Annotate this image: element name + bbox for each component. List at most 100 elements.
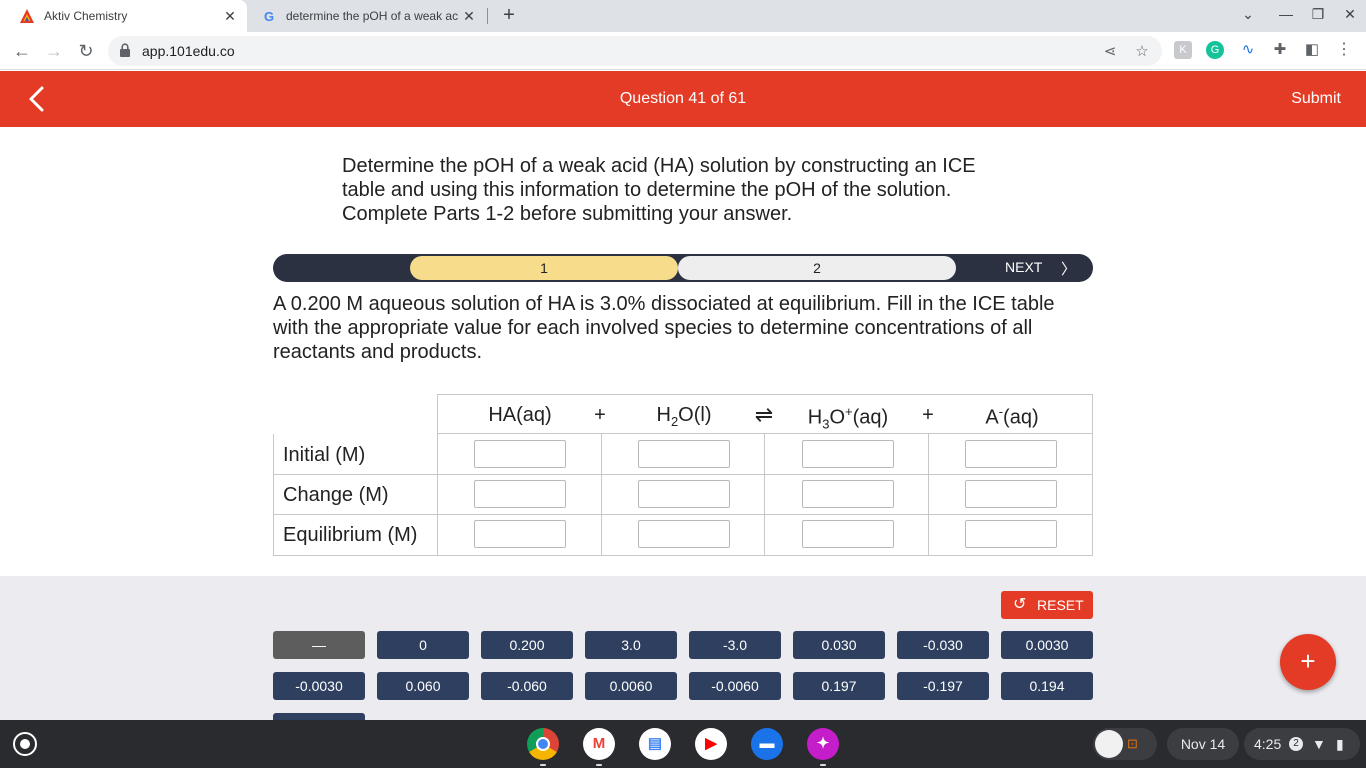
side-panel-icon[interactable]: ◧ [1302, 40, 1322, 60]
ice-table-header: HA(aq) + H2O(l) ⇌ H3O+(aq) + A-(aq) [437, 394, 1093, 434]
reset-icon: ↺ [1013, 596, 1027, 613]
answer-tile[interactable]: 0.194 [1001, 672, 1093, 700]
answer-tile[interactable]: -0.0030 [273, 672, 365, 700]
running-indicator [540, 764, 546, 766]
change-ha-input[interactable] [474, 480, 566, 508]
answer-tile[interactable]: 0.200 [481, 631, 573, 659]
answer-palette: ↺ RESET — 0 0.200 3.0 -3.0 0.030 -0.030 … [0, 576, 1366, 720]
back-arrow-icon[interactable]: ← [10, 39, 34, 63]
tab-divider [487, 8, 488, 24]
answer-tile[interactable]: -3.0 [689, 631, 781, 659]
screenshot-thumbnail [1095, 730, 1123, 758]
change-h3o-input[interactable] [802, 480, 894, 508]
reset-label: RESET [1037, 597, 1084, 613]
extension-icon[interactable]: K [1174, 41, 1192, 59]
answer-tile[interactable]: 3.0 [585, 631, 677, 659]
messages-icon[interactable]: ▬ [751, 728, 783, 760]
species-h3o: H3O+(aq) [807, 404, 889, 432]
tab-aktiv-chemistry[interactable]: Aktiv Chemistry ✕ [0, 0, 247, 32]
close-window-icon[interactable]: ✕ [1340, 6, 1360, 23]
answer-tile[interactable]: -0.060 [481, 672, 573, 700]
reset-button[interactable]: ↺ RESET [1001, 591, 1093, 619]
ice-table-body: Initial (M) Change (M) Equilibrium (M) [273, 434, 1093, 556]
answer-tile[interactable]: 0.030 [793, 631, 885, 659]
restore-icon[interactable]: ❐ [1308, 6, 1328, 23]
tab-title: determine the pOH of a weak ac [286, 9, 458, 23]
aktiv-logo-icon [18, 7, 36, 25]
change-a-minus-input[interactable] [965, 480, 1057, 508]
grammarly-icon[interactable]: G [1206, 41, 1224, 59]
initial-h3o-input[interactable] [802, 440, 894, 468]
browser-toolbar: ← → ↻ app.101edu.co ⋖ ☆ K G ∿ ✚ ◧ ⋮ [0, 32, 1366, 70]
menu-dots-icon[interactable]: ⋮ [1334, 40, 1354, 60]
answer-tile[interactable] [273, 713, 365, 720]
tab-close-icon[interactable]: ✕ [219, 8, 241, 25]
next-button[interactable]: NEXT [1005, 259, 1042, 275]
answer-tile[interactable]: -0.030 [897, 631, 989, 659]
waveform-extension-icon[interactable]: ∿ [1238, 40, 1258, 60]
tab-google-search[interactable]: G determine the pOH of a weak ac ✕ [248, 0, 486, 32]
address-bar[interactable]: app.101edu.co ⋖ ☆ [108, 36, 1162, 66]
species-ha: HA(aq) [488, 404, 552, 426]
download-icon: ⊡ [1127, 736, 1138, 751]
launcher-icon[interactable] [13, 732, 37, 756]
forward-arrow-icon[interactable]: → [42, 39, 66, 63]
column-divider [437, 434, 438, 555]
column-divider [601, 434, 602, 555]
tab-search-icon[interactable]: ⌄ [1238, 6, 1258, 23]
chrome-icon[interactable] [527, 728, 559, 760]
new-tab-button[interactable]: + [498, 4, 520, 28]
question-header: Question 41 of 61 Submit [0, 71, 1366, 127]
google-icon: G [263, 8, 275, 24]
tab-title: Aktiv Chemistry [44, 9, 128, 23]
answer-tile[interactable]: 0.197 [793, 672, 885, 700]
status-tray[interactable]: 4:25 2 ▼ ▮ [1244, 728, 1360, 760]
google-docs-icon[interactable]: ▤ [639, 728, 671, 760]
bookmark-star-icon[interactable]: ☆ [1132, 42, 1152, 62]
change-h2o-input[interactable] [638, 480, 730, 508]
answer-tile[interactable]: 0.060 [377, 672, 469, 700]
os-shelf: M ▤ ▶ ▬ ✦ ⊡ Nov 14 4:25 2 ▼ ▮ [0, 720, 1366, 768]
initial-ha-input[interactable] [474, 440, 566, 468]
question-counter: Question 41 of 61 [619, 90, 747, 107]
running-indicator [596, 764, 602, 766]
minimize-icon[interactable]: — [1276, 6, 1296, 22]
reload-icon[interactable]: ↻ [74, 39, 98, 63]
row-label-initial: Initial (M) [283, 444, 366, 466]
answer-tile[interactable]: — [273, 631, 365, 659]
tab-close-icon[interactable]: ✕ [458, 8, 480, 25]
equilibrium-ha-input[interactable] [474, 520, 566, 548]
wifi-icon: ▼ [1312, 736, 1326, 752]
question-text: A 0.200 M aqueous solution of HA is 3.0%… [273, 293, 1055, 363]
ice-table: HA(aq) + H2O(l) ⇌ H3O+(aq) + A-(aq) Init… [273, 394, 1093, 556]
equilibrium-h2o-input[interactable] [638, 520, 730, 548]
answer-tile[interactable]: -0.0060 [689, 672, 781, 700]
notification-count-badge: 2 [1289, 737, 1303, 751]
initial-a-minus-input[interactable] [965, 440, 1057, 468]
gmail-icon[interactable]: M [583, 728, 615, 760]
date-tray[interactable]: Nov 14 [1167, 728, 1239, 760]
youtube-icon[interactable]: ▶ [695, 728, 727, 760]
chevron-right-icon[interactable]: 〉 [1061, 258, 1076, 279]
answer-tile[interactable]: 0.0030 [1001, 631, 1093, 659]
equilibrium-a-minus-input[interactable] [965, 520, 1057, 548]
share-icon[interactable]: ⋖ [1100, 42, 1120, 62]
row-label-equilibrium: Equilibrium (M) [283, 524, 418, 546]
question-intro: Determine the pOH of a weak acid (HA) so… [342, 155, 976, 225]
pink-app-icon[interactable]: ✦ [807, 728, 839, 760]
answer-tile[interactable]: 0.0060 [585, 672, 677, 700]
puzzle-icon[interactable]: ✚ [1270, 40, 1290, 60]
row-divider [274, 474, 1092, 475]
answer-tile[interactable]: -0.197 [897, 672, 989, 700]
holding-space-tray[interactable]: ⊡ [1093, 728, 1157, 760]
initial-h2o-input[interactable] [638, 440, 730, 468]
add-fab-button[interactable]: + [1280, 634, 1336, 690]
part-2-tab[interactable]: 2 [678, 256, 956, 280]
url-text: app.101edu.co [142, 43, 235, 59]
equilibrium-h3o-input[interactable] [802, 520, 894, 548]
part-1-tab[interactable]: 1 [410, 256, 678, 280]
column-divider [928, 434, 929, 555]
row-label-change: Change (M) [283, 484, 389, 506]
submit-button[interactable]: Submit [1291, 90, 1341, 108]
answer-tile[interactable]: 0 [377, 631, 469, 659]
